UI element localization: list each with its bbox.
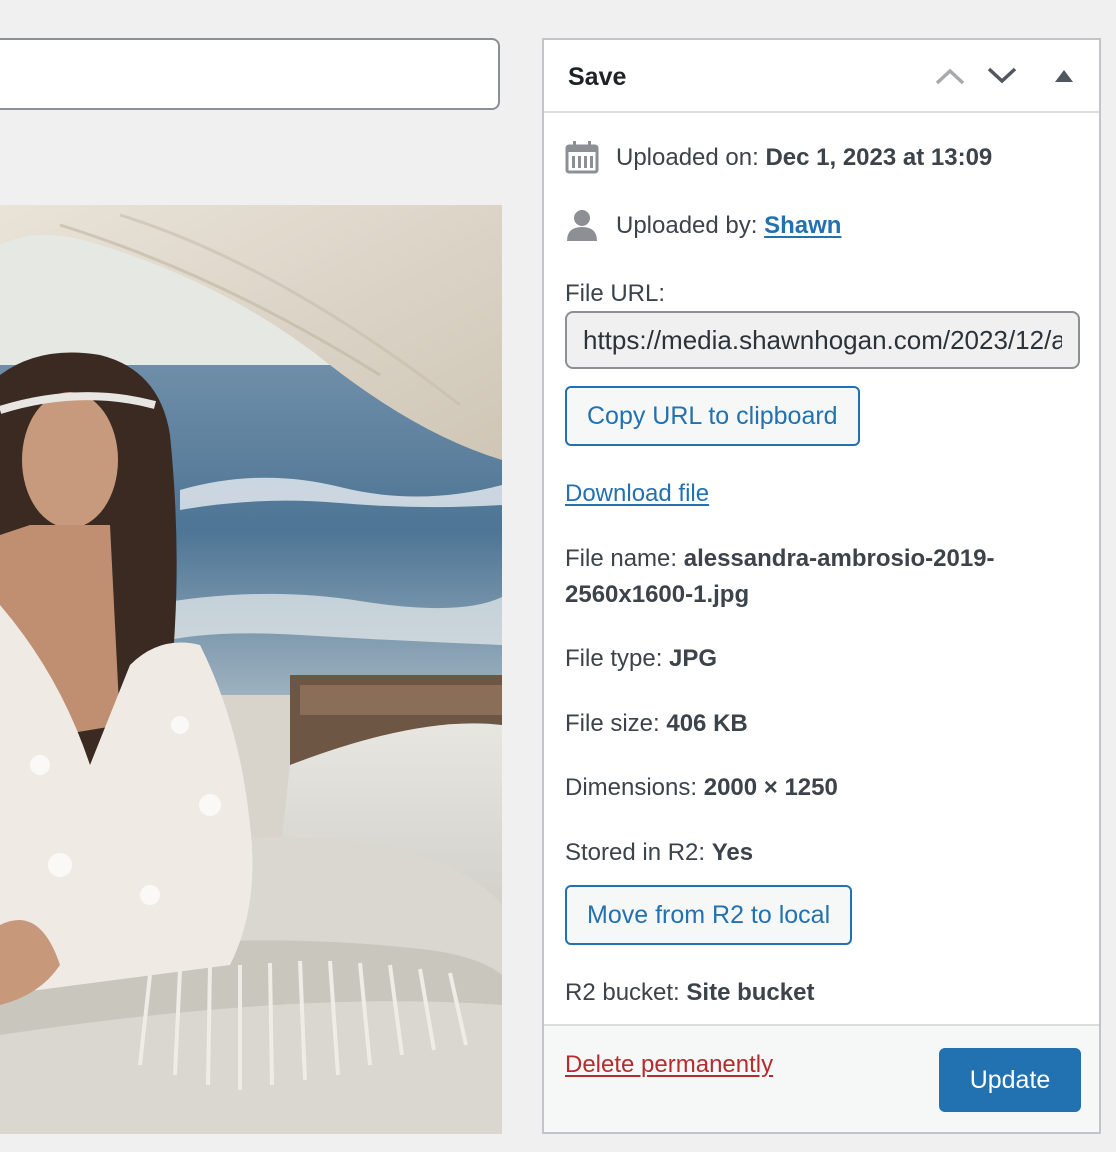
toggle-panel-button[interactable]	[1044, 56, 1084, 96]
r2-bucket-label: R2 bucket:	[565, 979, 680, 1006]
delete-permanently-link[interactable]: Delete permanently	[565, 1051, 773, 1078]
move-up-button[interactable]	[930, 56, 970, 96]
file-type: File type: JPG	[565, 642, 717, 676]
uploaded-on-label: Uploaded on:	[616, 144, 759, 171]
file-name-label: File name:	[565, 545, 678, 572]
move-to-local-button[interactable]: Move from R2 to local	[565, 885, 853, 945]
file-size-value: 406 KB	[666, 710, 748, 737]
copy-url-button[interactable]: Copy URL to clipboard	[565, 386, 860, 446]
chevron-down-icon	[987, 67, 1017, 84]
dimensions: Dimensions: 2000 × 1250	[565, 771, 838, 805]
file-size: File size: 406 KB	[565, 707, 748, 741]
image-preview-picture	[0, 205, 502, 1134]
file-name-value-line2: 2560x1600-1.jpg	[565, 581, 750, 608]
stored-in-r2-value: Yes	[711, 839, 754, 866]
user-icon	[567, 210, 597, 241]
delete-action: Delete permanently	[565, 1048, 773, 1082]
r2-bucket-value: Site bucket	[686, 979, 815, 1006]
uploaded-on-value: Dec 1, 2023 at 13:09	[765, 144, 993, 171]
stored-in-r2: Stored in R2: Yes	[565, 836, 753, 870]
dimensions-label: Dimensions:	[565, 774, 698, 801]
file-name-continued: 2560x1600-1.jpg	[565, 578, 749, 612]
uploaded-by: Uploaded by: Shawn	[616, 209, 841, 243]
triangle-up-icon	[1055, 70, 1073, 82]
r2-bucket: R2 bucket: Site bucket	[565, 976, 814, 1010]
uploader-link[interactable]: Shawn	[764, 212, 841, 239]
file-type-label: File type:	[565, 645, 663, 672]
metabox-header: Save	[544, 40, 1099, 113]
calendar-icon	[565, 141, 599, 174]
update-button[interactable]: Update	[939, 1048, 1081, 1112]
chevron-up-icon	[935, 68, 965, 85]
uploaded-by-label: Uploaded by:	[616, 212, 758, 239]
uploaded-on: Uploaded on: Dec 1, 2023 at 13:09	[616, 141, 992, 175]
stored-in-r2-label: Stored in R2:	[565, 839, 706, 866]
file-name-value-line1: alessandra-ambrosio-2019-	[683, 545, 995, 572]
move-down-button[interactable]	[982, 56, 1022, 96]
dimensions-value: 2000 × 1250	[703, 774, 838, 801]
download-file: Download file	[565, 477, 709, 511]
file-name: File name: alessandra-ambrosio-2019-	[565, 542, 995, 576]
file-url-field[interactable]	[565, 311, 1080, 369]
file-size-label: File size:	[565, 710, 660, 737]
download-file-link[interactable]: Download file	[565, 480, 709, 507]
file-type-value: JPG	[669, 645, 718, 672]
file-url-label: File URL:	[565, 280, 666, 307]
attachment-image-preview	[0, 205, 502, 1134]
major-actions-bar: Delete permanently Update	[544, 1024, 1099, 1132]
save-metabox: Save Uploaded on: Dec 1, 2023 at 13:09 U…	[542, 38, 1101, 1134]
title-input[interactable]	[0, 38, 500, 110]
metabox-title: Save	[568, 63, 627, 91]
